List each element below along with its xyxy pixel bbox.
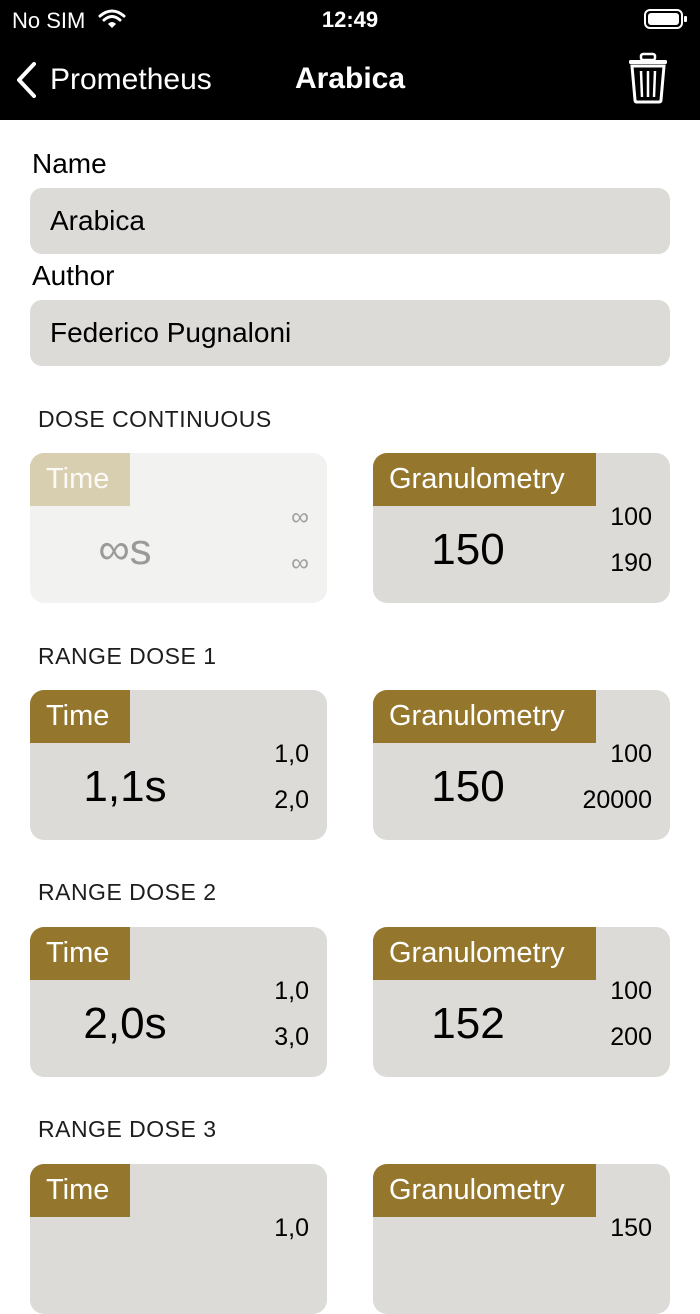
author-field[interactable]: Federico Pugnaloni xyxy=(30,300,670,366)
granulometry-min: 100 xyxy=(610,503,652,531)
time-card[interactable]: Time 1,1s 1,0 2,0 xyxy=(30,690,327,840)
time-max: ∞ xyxy=(291,549,309,577)
granulometry-value: 150 xyxy=(431,762,505,811)
granulometry-card[interactable]: Granulometry 150 xyxy=(373,1164,670,1314)
granulometry-card[interactable]: Granulometry 152 100 200 xyxy=(373,927,670,1077)
battery-icon xyxy=(644,9,687,29)
section-title: DOSE CONTINUOUS xyxy=(38,406,272,432)
granulometry-min: 150 xyxy=(610,1214,652,1242)
status-bar: No SIM 12:49 xyxy=(0,0,700,40)
time-min: 1,0 xyxy=(274,977,309,1005)
granulometry-min: 100 xyxy=(610,977,652,1005)
time-card[interactable]: Time ∞s ∞ ∞ xyxy=(30,453,327,603)
granulometry-tag: Granulometry xyxy=(373,1164,596,1217)
time-card[interactable]: Time 1,0 xyxy=(30,1164,327,1314)
time-tag: Time xyxy=(30,453,130,506)
time-tag: Time xyxy=(30,927,130,980)
time-min: 1,0 xyxy=(274,1214,309,1242)
granulometry-value: 150 xyxy=(431,525,505,574)
page-title: Arabica xyxy=(294,62,406,95)
time-max: 2,0 xyxy=(274,786,309,814)
time-min: ∞ xyxy=(291,503,309,531)
time-card[interactable]: Time 2,0s 1,0 3,0 xyxy=(30,927,327,1077)
trash-icon[interactable] xyxy=(626,52,670,104)
granulometry-max: 190 xyxy=(610,549,652,577)
top-bar: No SIM 12:49 Prometheus Arabica xyxy=(0,0,700,120)
granulometry-max: 20000 xyxy=(582,786,652,814)
granulometry-tag: Granulometry xyxy=(373,690,596,743)
granulometry-min: 100 xyxy=(610,740,652,768)
navigation-bar: Prometheus Arabica xyxy=(0,40,700,120)
time-max: 3,0 xyxy=(274,1023,309,1051)
granulometry-tag: Granulometry xyxy=(373,927,596,980)
section-title: RANGE DOSE 2 xyxy=(38,879,217,905)
time-min: 1,0 xyxy=(274,740,309,768)
granulometry-max: 200 xyxy=(610,1023,652,1051)
time-tag: Time xyxy=(30,690,130,743)
granulometry-card[interactable]: Granulometry 150 100 20000 xyxy=(373,690,670,840)
granulometry-tag: Granulometry xyxy=(373,453,596,506)
granulometry-value: 152 xyxy=(431,999,505,1048)
time-value: 1,1s xyxy=(83,762,167,811)
name-field[interactable]: Arabica xyxy=(30,188,670,254)
time-value: ∞s xyxy=(98,525,152,574)
name-label: Name xyxy=(32,148,107,179)
section-title: RANGE DOSE 1 xyxy=(38,643,217,669)
time-tag: Time xyxy=(30,1164,130,1217)
author-label: Author xyxy=(32,260,115,291)
section-title: RANGE DOSE 3 xyxy=(38,1116,217,1142)
time-value: 2,0s xyxy=(83,999,167,1048)
granulometry-card[interactable]: Granulometry 150 100 190 xyxy=(373,453,670,603)
clock: 12:49 xyxy=(321,7,379,32)
